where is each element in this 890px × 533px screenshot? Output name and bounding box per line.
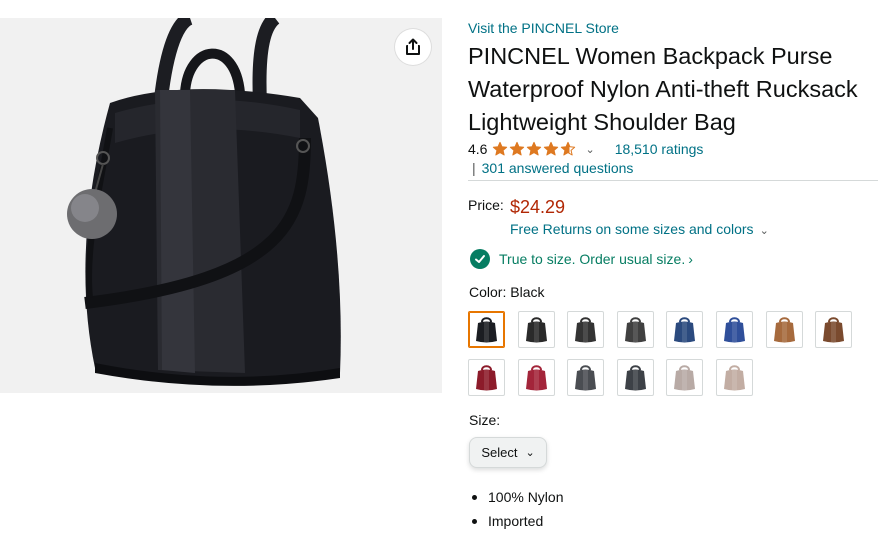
color-swatch-black[interactable]: [468, 311, 505, 348]
color-swatch-black-2[interactable]: [517, 311, 555, 348]
color-swatch-blue[interactable]: [716, 311, 753, 348]
star-icon: [493, 141, 508, 156]
color-swatch-light-gray[interactable]: [666, 359, 704, 396]
qa-row: | 301 answered questions: [472, 160, 633, 176]
color-swatch-wine[interactable]: [517, 359, 555, 396]
color-swatch-black-floral[interactable]: [616, 311, 654, 348]
store-link[interactable]: Visit the PINCNEL Store: [468, 20, 619, 36]
share-button[interactable]: [395, 29, 431, 65]
fit-text: True to size. Order usual size.: [499, 251, 686, 267]
swatch-thumbnail: [476, 365, 497, 391]
color-swatch-navy[interactable]: [666, 311, 704, 348]
chevron-right-icon: ›: [688, 251, 693, 267]
color-swatch-gray[interactable]: [567, 359, 605, 396]
bullet-text: Imported: [488, 513, 544, 529]
swatch-thumbnail: [525, 365, 547, 391]
color-label: Color: Black: [469, 284, 544, 300]
swatch-thumbnail: [476, 317, 497, 343]
color-value: Black: [510, 284, 545, 300]
star-rating[interactable]: [492, 141, 577, 157]
fit-recommendation[interactable]: True to size. Order usual size. ›: [470, 249, 693, 269]
feature-bullets: 100% Nylon Imported: [469, 485, 564, 533]
price-value: $24.29: [510, 197, 566, 217]
answered-questions-link[interactable]: 301 answered questions: [482, 160, 634, 176]
color-swatch-red[interactable]: [468, 359, 505, 396]
free-returns-text: Free Returns on some sizes and colors: [510, 221, 754, 237]
chevron-down-icon: ⌄: [759, 225, 769, 237]
size-select[interactable]: Select ⌄: [469, 437, 547, 468]
swatch-thumbnail: [674, 365, 696, 391]
rating-row: 4.6 ⌄ 18,510 ratings: [468, 139, 703, 159]
swatch-thumbnail: [575, 365, 597, 391]
product-image[interactable]: [0, 18, 442, 393]
swatch-thumbnail: [674, 317, 696, 343]
share-icon: [406, 38, 420, 55]
check-circle-icon: [470, 249, 490, 269]
star-icon: [544, 141, 559, 156]
size-select-value: Select: [481, 445, 518, 460]
swatch-thumbnail: [624, 365, 646, 391]
backpack-image: [67, 18, 341, 386]
free-returns-link[interactable]: Free Returns on some sizes and colors ⌄: [510, 221, 769, 237]
star-icon: [527, 141, 542, 156]
color-swatch-tan[interactable]: [765, 311, 803, 348]
product-title: PINCNEL Women Backpack Purse Waterproof …: [468, 43, 858, 135]
bullet-text: 100% Nylon: [488, 489, 564, 505]
swatch-thumbnail: [624, 317, 646, 343]
bullet-dot: [472, 494, 477, 500]
star-icon: [510, 141, 525, 156]
color-swatch-dark-gray[interactable]: [616, 359, 654, 396]
rating-value: 4.6: [468, 141, 488, 157]
chevron-down-icon[interactable]: ⌄: [585, 143, 594, 156]
swatch-thumbnail: [525, 317, 547, 343]
bullet-item: 100% Nylon: [469, 485, 564, 509]
color-swatch-black-gray[interactable]: [567, 311, 605, 348]
bullet-dot: [472, 518, 477, 524]
bullet-item: Imported: [469, 509, 564, 533]
swatch-thumbnail: [823, 317, 845, 343]
size-label: Size:: [469, 412, 501, 428]
price-label: Price:: [468, 197, 504, 213]
divider: [468, 180, 878, 181]
qa-separator: |: [472, 160, 476, 176]
swatch-thumbnail: [773, 317, 795, 343]
swatch-thumbnail: [724, 365, 745, 391]
color-swatch-beige[interactable]: [716, 359, 753, 396]
color-label-text: Color:: [469, 284, 507, 300]
chevron-down-icon: ⌄: [525, 447, 535, 459]
color-swatch-brown[interactable]: [815, 311, 853, 348]
star-icon: [561, 141, 576, 156]
swatch-thumbnail: [724, 317, 745, 343]
swatch-thumbnail: [575, 317, 597, 343]
ratings-count-link[interactable]: 18,510 ratings: [615, 141, 704, 157]
